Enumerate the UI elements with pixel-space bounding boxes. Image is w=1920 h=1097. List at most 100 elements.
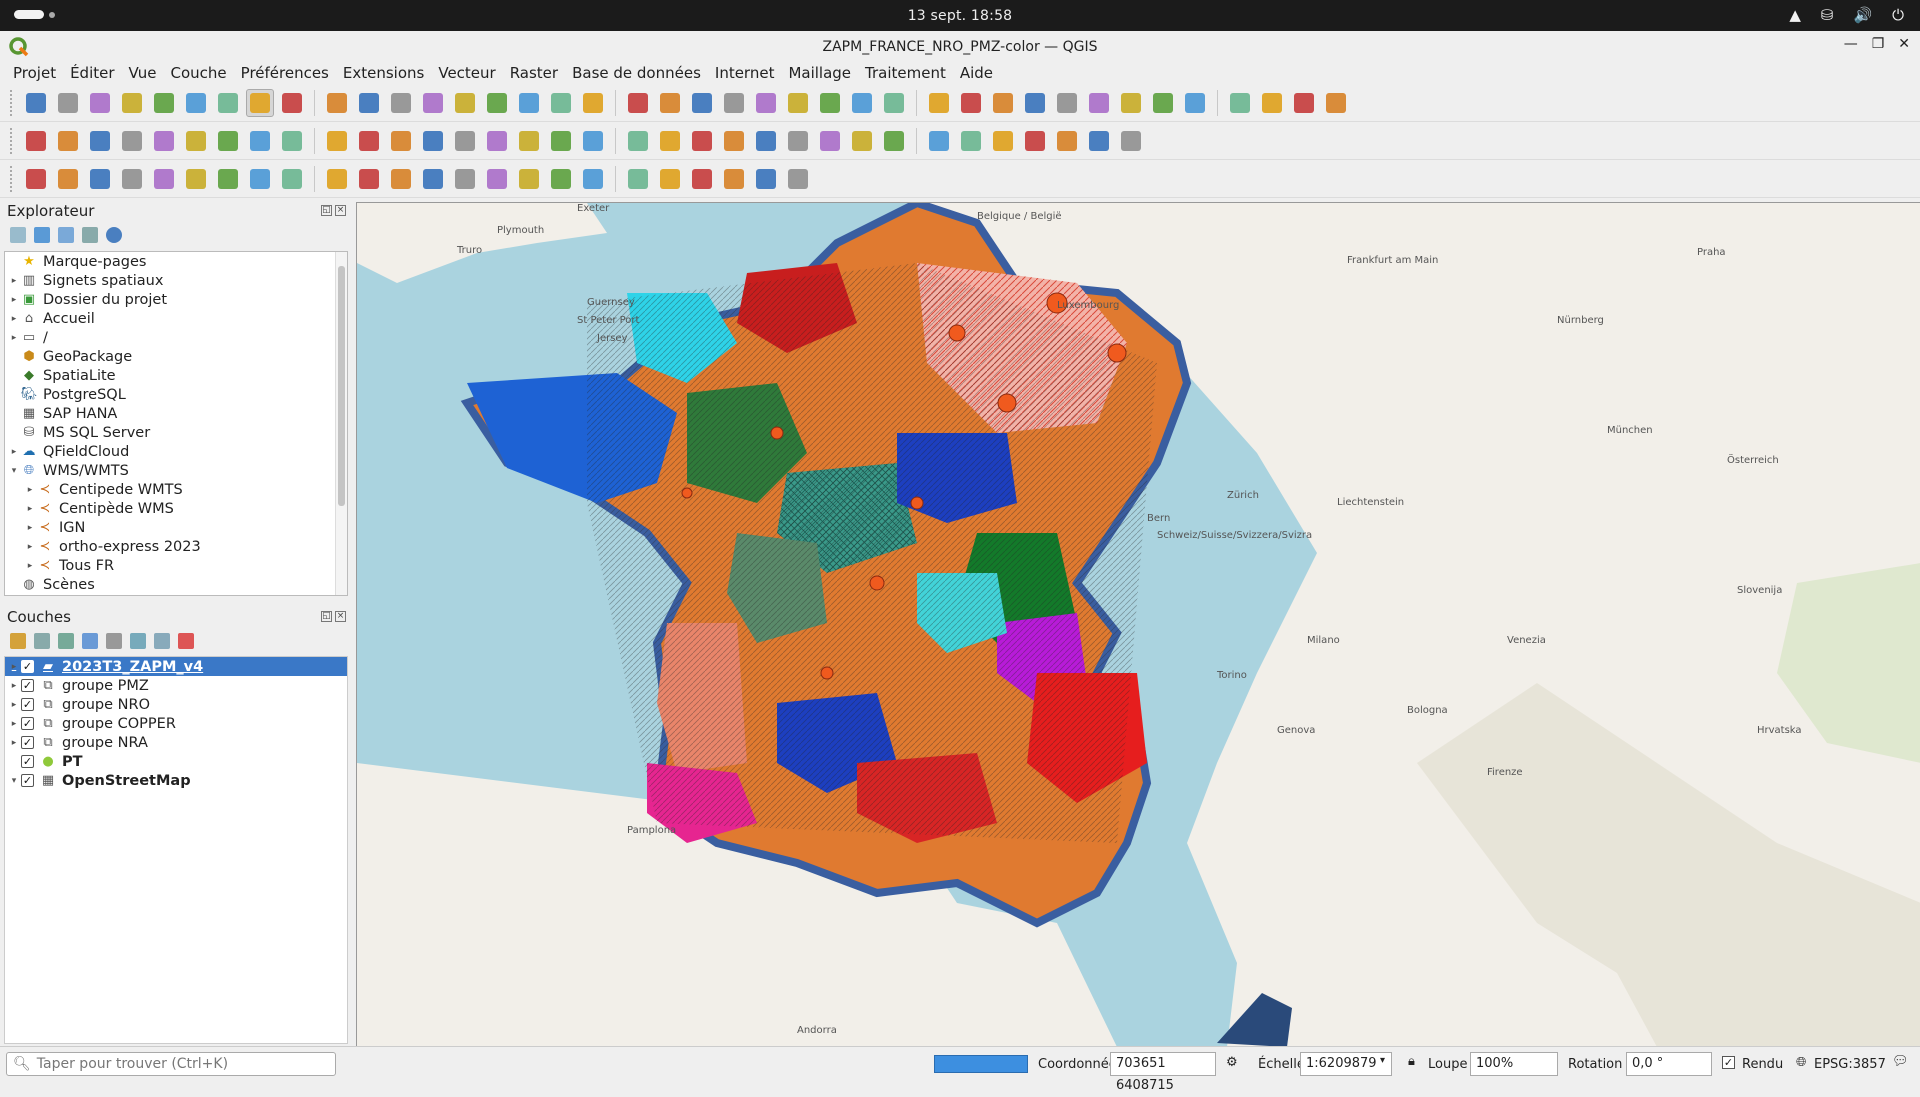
- edit-tool-button[interactable]: [54, 127, 82, 155]
- plugin-tool-button[interactable]: [419, 165, 447, 193]
- add-selected-layers-icon[interactable]: [10, 227, 26, 243]
- notification-icon[interactable]: ▲: [1789, 6, 1801, 24]
- expand-arrow-icon[interactable]: ▾: [7, 776, 21, 786]
- edit-tool-button[interactable]: [387, 127, 415, 155]
- map-canvas[interactable]: Belgique / België Plymouth Exeter Truro …: [356, 202, 1920, 1046]
- edit-tool-button[interactable]: [1021, 127, 1049, 155]
- edit-tool-button[interactable]: [784, 127, 812, 155]
- plugin-tool-button[interactable]: [214, 165, 242, 193]
- layer-item[interactable]: ▸ ✓ ⧉ groupe NRA: [5, 733, 347, 752]
- browser-item[interactable]: ▸ ≺ Centipède WMS: [5, 499, 347, 518]
- edit-tool-button[interactable]: [246, 127, 274, 155]
- layer-item[interactable]: ▸ ✓ ⧉ groupe NRO: [5, 695, 347, 714]
- system-clock[interactable]: 13 sept. 18:58: [908, 8, 1013, 24]
- layer-item[interactable]: ▸ ✓ ⧉ groupe COPPER: [5, 714, 347, 733]
- main-tool-button[interactable]: [1021, 89, 1049, 117]
- main-tool-button[interactable]: [547, 89, 575, 117]
- properties-icon[interactable]: [106, 227, 122, 243]
- edit-tool-button[interactable]: [515, 127, 543, 155]
- layer-visibility-checkbox[interactable]: ✓: [21, 717, 34, 730]
- browser-item[interactable]: ▸ ▭ /: [5, 328, 347, 347]
- edit-tool-button[interactable]: [86, 127, 114, 155]
- menu-item[interactable]: Éditer: [63, 62, 121, 84]
- manage-themes-icon[interactable]: [58, 633, 74, 649]
- browser-item[interactable]: ▦ SAP HANA: [5, 404, 347, 423]
- edit-tool-button[interactable]: [752, 127, 780, 155]
- main-tool-button[interactable]: [1181, 89, 1209, 117]
- main-tool-button[interactable]: [720, 89, 748, 117]
- plugin-tool-button[interactable]: [784, 165, 812, 193]
- edit-tool-button[interactable]: [579, 127, 607, 155]
- menu-item[interactable]: Vue: [122, 62, 164, 84]
- edit-tool-button[interactable]: [720, 127, 748, 155]
- browser-item[interactable]: ▸ ≺ Tous FR: [5, 556, 347, 575]
- browser-item[interactable]: ▸ ▥ Signets spatiaux: [5, 271, 347, 290]
- main-tool-button[interactable]: [957, 89, 985, 117]
- plugin-tool-button[interactable]: [547, 165, 575, 193]
- menu-item[interactable]: Raster: [503, 62, 565, 84]
- edit-tool-button[interactable]: [22, 127, 50, 155]
- expand-arrow-icon[interactable]: ▸: [7, 662, 21, 672]
- edit-tool-button[interactable]: [957, 127, 985, 155]
- plugin-tool-button[interactable]: [323, 165, 351, 193]
- main-tool-button[interactable]: [624, 89, 652, 117]
- expand-arrow-icon[interactable]: ▸: [7, 314, 21, 324]
- main-tool-button[interactable]: [387, 89, 415, 117]
- remove-layer-icon[interactable]: [178, 633, 194, 649]
- main-tool-button[interactable]: [1053, 89, 1081, 117]
- expand-arrow-icon[interactable]: ▸: [23, 523, 37, 533]
- browser-item[interactable]: ▸ ☁ QFieldCloud: [5, 442, 347, 461]
- browser-item[interactable]: ⬢ GeoPackage: [5, 347, 347, 366]
- edit-tool-button[interactable]: [118, 127, 146, 155]
- plugin-tool-button[interactable]: [387, 165, 415, 193]
- minimize-icon[interactable]: —: [1844, 36, 1858, 52]
- browser-item[interactable]: ◍ Scènes: [5, 575, 347, 594]
- globe-icon[interactable]: 🌐︎: [1796, 1055, 1806, 1070]
- main-tool-button[interactable]: [688, 89, 716, 117]
- main-tool-button[interactable]: [752, 89, 780, 117]
- main-tool-button[interactable]: [1149, 89, 1177, 117]
- main-tool-button[interactable]: [880, 89, 908, 117]
- toolbar-grip[interactable]: [10, 127, 14, 154]
- layer-item[interactable]: ▾ ✓ ▦ OpenStreetMap: [5, 771, 347, 790]
- edit-tool-button[interactable]: [278, 127, 306, 155]
- maximize-icon[interactable]: ❐: [1872, 36, 1885, 52]
- plugin-tool-button[interactable]: [246, 165, 274, 193]
- browser-item[interactable]: ▸ ≺ IGN: [5, 518, 347, 537]
- browser-item[interactable]: ▸ ≺ Centipede WMTS: [5, 480, 347, 499]
- locator-search-input[interactable]: 🔍︎ Taper pour trouver (Ctrl+K): [6, 1052, 336, 1076]
- plugin-tool-button[interactable]: [86, 165, 114, 193]
- plugin-tool-button[interactable]: [656, 165, 684, 193]
- main-tool-button[interactable]: [816, 89, 844, 117]
- toolbar-grip[interactable]: [10, 89, 14, 116]
- plugin-tool-button[interactable]: [720, 165, 748, 193]
- browser-item[interactable]: ★ Marque-pages: [5, 252, 347, 271]
- expand-arrow-icon[interactable]: ▸: [7, 276, 21, 286]
- layer-item[interactable]: ▸ ✓ ⧉ groupe PMZ: [5, 676, 347, 695]
- edit-tool-button[interactable]: [656, 127, 684, 155]
- main-tool-button[interactable]: [1226, 89, 1254, 117]
- plugin-tool-button[interactable]: [579, 165, 607, 193]
- scale-combobox[interactable]: 1:6209879: [1300, 1052, 1392, 1076]
- edit-tool-button[interactable]: [419, 127, 447, 155]
- main-tool-button[interactable]: [515, 89, 543, 117]
- menu-item[interactable]: Couche: [164, 62, 234, 84]
- float-panel-icon[interactable]: ◱: [321, 611, 332, 622]
- menu-item[interactable]: Projet: [6, 62, 63, 84]
- lock-scale-icon[interactable]: 🔒︎: [1408, 1054, 1415, 1069]
- plugin-tool-button[interactable]: [182, 165, 210, 193]
- expand-all-icon[interactable]: [130, 633, 146, 649]
- messages-icon[interactable]: 💬︎: [1892, 1054, 1909, 1069]
- edit-tool-button[interactable]: [182, 127, 210, 155]
- plugin-tool-button[interactable]: [752, 165, 780, 193]
- expand-arrow-icon[interactable]: ▾: [7, 466, 21, 476]
- menu-item[interactable]: Maillage: [781, 62, 858, 84]
- edit-tool-button[interactable]: [989, 127, 1017, 155]
- main-tool-button[interactable]: [182, 89, 210, 117]
- main-tool-button[interactable]: [579, 89, 607, 117]
- main-tool-button[interactable]: [1085, 89, 1113, 117]
- browser-item[interactable]: ▸ ▣ Dossier du projet: [5, 290, 347, 309]
- browser-item[interactable]: ▸ ≺ ortho-express 2023: [5, 537, 347, 556]
- expand-arrow-icon[interactable]: ▸: [23, 504, 37, 514]
- browser-tree[interactable]: ★ Marque-pages ▸ ▥ Signets spatiaux ▸ ▣ Dossier…: [4, 251, 348, 596]
